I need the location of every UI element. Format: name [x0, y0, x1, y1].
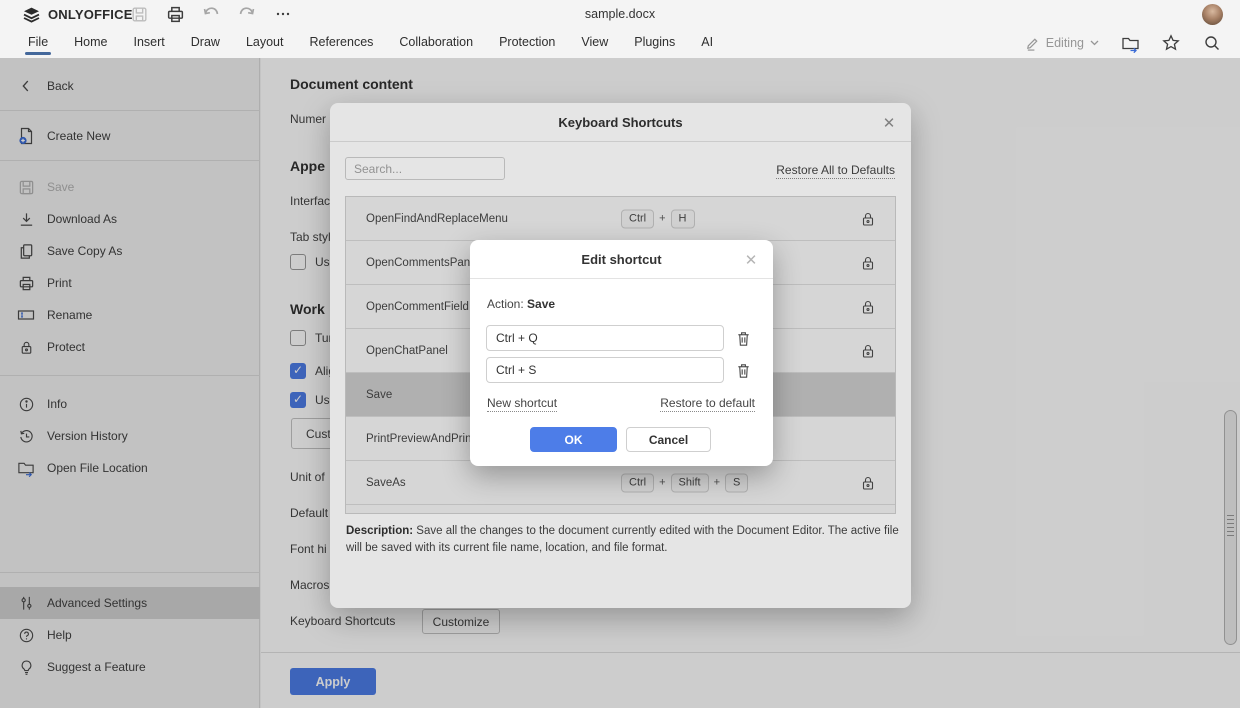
- tab-draw[interactable]: Draw: [190, 31, 221, 56]
- editing-mode-selector[interactable]: Editing: [1025, 36, 1099, 51]
- search-icon[interactable]: [1202, 33, 1222, 53]
- tab-insert[interactable]: Insert: [133, 31, 166, 56]
- app-logo: ONLYOFFICE: [22, 6, 133, 23]
- tab-view[interactable]: View: [580, 31, 609, 56]
- redo-icon[interactable]: [236, 3, 258, 25]
- app-window: ONLYOFFICE sample.docx File Home: [0, 0, 1240, 708]
- tab-ai[interactable]: AI: [700, 31, 714, 56]
- save-icon[interactable]: [128, 3, 150, 25]
- restore-to-default-link[interactable]: Restore to default: [660, 396, 755, 412]
- shortcut-input-1[interactable]: [486, 325, 724, 351]
- tab-references[interactable]: References: [308, 31, 374, 56]
- editing-mode-label: Editing: [1046, 36, 1084, 50]
- tab-plugins[interactable]: Plugins: [633, 31, 676, 56]
- favorites-star-icon[interactable]: [1161, 33, 1181, 53]
- print-icon[interactable]: [164, 3, 186, 25]
- tab-layout[interactable]: Layout: [245, 31, 285, 56]
- delete-shortcut-1-icon[interactable]: [734, 329, 753, 348]
- dialog-title: Edit shortcut: [470, 252, 773, 267]
- logo-text: ONLYOFFICE: [48, 7, 133, 22]
- open-file-location-icon[interactable]: [1120, 33, 1140, 53]
- tab-collaboration[interactable]: Collaboration: [398, 31, 474, 56]
- chevron-down-icon: [1090, 40, 1099, 46]
- user-avatar[interactable]: [1202, 4, 1223, 25]
- shortcut-input-2[interactable]: [486, 357, 724, 383]
- new-shortcut-link[interactable]: New shortcut: [487, 396, 557, 412]
- onlyoffice-layers-icon: [22, 6, 41, 23]
- close-icon[interactable]: ✕: [741, 250, 761, 270]
- pencil-icon: [1025, 36, 1040, 51]
- tab-file[interactable]: File: [27, 31, 49, 56]
- dialog-header: Edit shortcut ✕: [470, 240, 773, 279]
- tab-protection[interactable]: Protection: [498, 31, 556, 56]
- edit-shortcut-dialog: Edit shortcut ✕ Action: Save New shortcu…: [470, 240, 773, 466]
- action-label: Action: Save: [487, 297, 555, 311]
- quick-access-toolbar: [128, 3, 294, 25]
- ribbon-tabs: File Home Insert Draw Layout References …: [0, 28, 1240, 58]
- ok-button[interactable]: OK: [530, 427, 617, 452]
- undo-icon[interactable]: [200, 3, 222, 25]
- delete-shortcut-2-icon[interactable]: [734, 361, 753, 380]
- tab-home[interactable]: Home: [73, 31, 108, 56]
- cancel-button[interactable]: Cancel: [626, 427, 711, 452]
- title-bar: ONLYOFFICE sample.docx: [0, 0, 1240, 28]
- more-options-icon[interactable]: [272, 3, 294, 25]
